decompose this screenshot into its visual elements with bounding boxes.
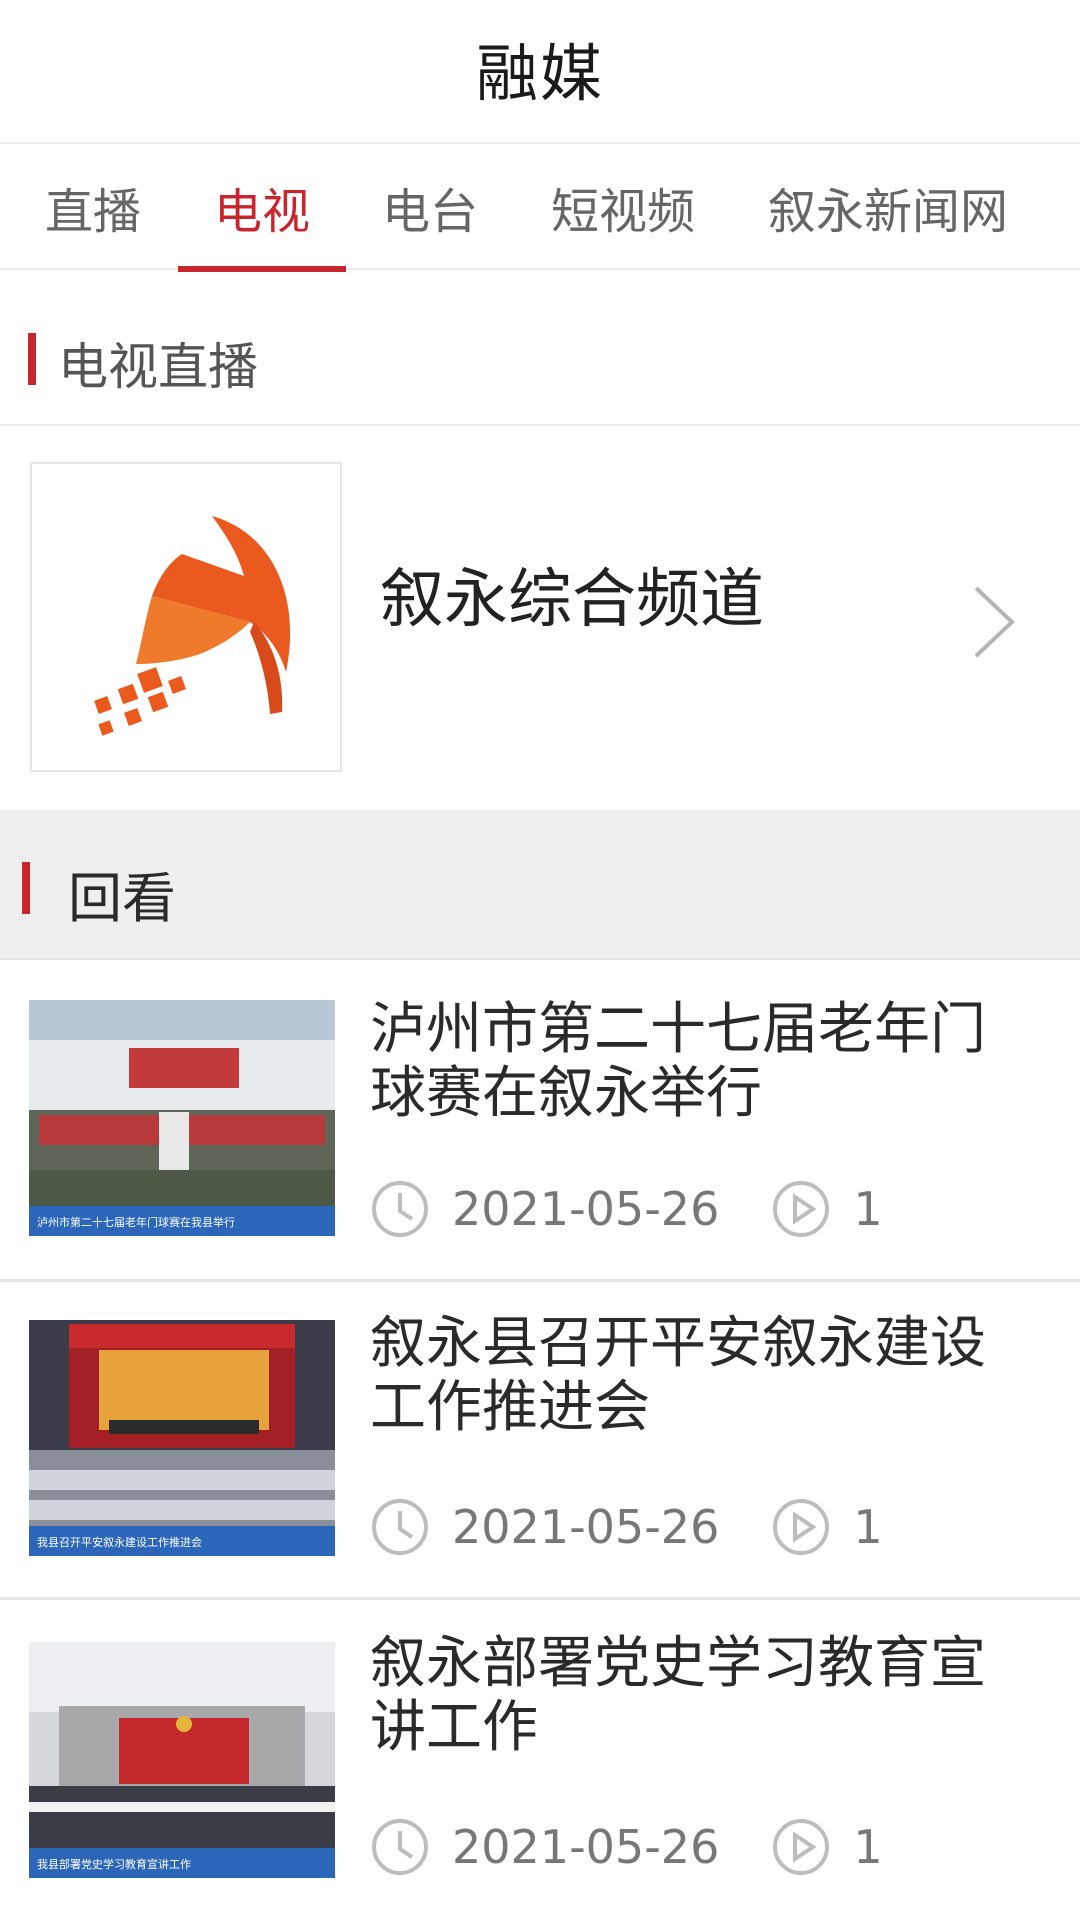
news-list-item[interactable]: 泸州市第二十七届老年门球赛在我县举行 泸州市第二十七届老年门球赛在叙永举行 20…: [0, 964, 1080, 1282]
channel-logo: [30, 462, 342, 772]
svg-text:泸州市第二十七届老年门球赛在我县举行: 泸州市第二十七届老年门球赛在我县举行: [37, 1215, 235, 1229]
section-title: 电视直播: [58, 338, 258, 396]
svg-text:我县召开平安叙永建设工作推进会: 我县召开平安叙永建设工作推进会: [37, 1535, 202, 1549]
tv-live-section-header: 电视直播: [0, 292, 1080, 426]
tab-short-video[interactable]: 短视频: [540, 144, 706, 270]
chevron-right-icon[interactable]: [968, 584, 1018, 660]
clock-icon: [372, 1499, 428, 1555]
clock-icon: [372, 1819, 428, 1875]
replay-section-header: 回看: [0, 810, 1080, 960]
channel-list-item[interactable]: 叙永综合频道: [0, 428, 1080, 810]
news-title: 叙永县召开平安叙永建设工作推进会: [370, 1311, 986, 1440]
news-thumbnail: 我县召开平安叙永建设工作推进会: [29, 1320, 335, 1556]
section-accent-bar: [22, 862, 30, 914]
news-title: 叙永部署党史学习教育宣讲工作: [370, 1631, 986, 1760]
tab-live[interactable]: 直播: [38, 144, 148, 270]
news-date: 2021-05-26: [452, 1820, 720, 1874]
section-title: 回看: [68, 867, 176, 930]
news-view-count: 1: [853, 1182, 883, 1236]
clock-icon: [372, 1181, 428, 1237]
channel-logo-icon: [94, 516, 291, 736]
channel-name: 叙永综合频道: [380, 563, 764, 637]
news-view-count: 1: [853, 1500, 883, 1554]
play-count-icon: [773, 1499, 830, 1555]
tab-radio[interactable]: 电台: [372, 144, 488, 270]
news-meta: 2021-05-26 1: [370, 1814, 883, 1880]
news-thumbnail: 我县部署党史学习教育宣讲工作: [29, 1642, 335, 1878]
news-title: 泸州市第二十七届老年门球赛在叙永举行: [370, 997, 986, 1126]
tab-bar: 直播 电视 电台 短视频 叙永新闻网: [0, 142, 1080, 272]
page-title: 融媒: [475, 36, 604, 110]
news-date: 2021-05-26: [452, 1500, 720, 1554]
app-header: 融媒: [0, 0, 1080, 135]
section-accent-bar: [28, 333, 36, 385]
news-list-item[interactable]: 我县部署党史学习教育宣讲工作 叙永部署党史学习教育宣讲工作 2021-05-26…: [0, 1602, 1080, 1920]
tab-news-site[interactable]: 叙永新闻网: [758, 144, 1018, 270]
news-list-item[interactable]: 我县召开平安叙永建设工作推进会 叙永县召开平安叙永建设工作推进会 2021-05…: [0, 1282, 1080, 1600]
svg-text:我县部署党史学习教育宣讲工作: 我县部署党史学习教育宣讲工作: [37, 1857, 191, 1871]
news-meta: 2021-05-26 1: [370, 1494, 883, 1560]
play-count-icon: [773, 1819, 830, 1875]
news-date: 2021-05-26: [452, 1182, 720, 1236]
play-count-icon: [773, 1181, 830, 1237]
tab-tv[interactable]: 电视: [178, 144, 346, 272]
news-view-count: 1: [853, 1820, 883, 1874]
news-meta: 2021-05-26 1: [370, 1176, 883, 1242]
news-thumbnail: 泸州市第二十七届老年门球赛在我县举行: [29, 1000, 335, 1236]
